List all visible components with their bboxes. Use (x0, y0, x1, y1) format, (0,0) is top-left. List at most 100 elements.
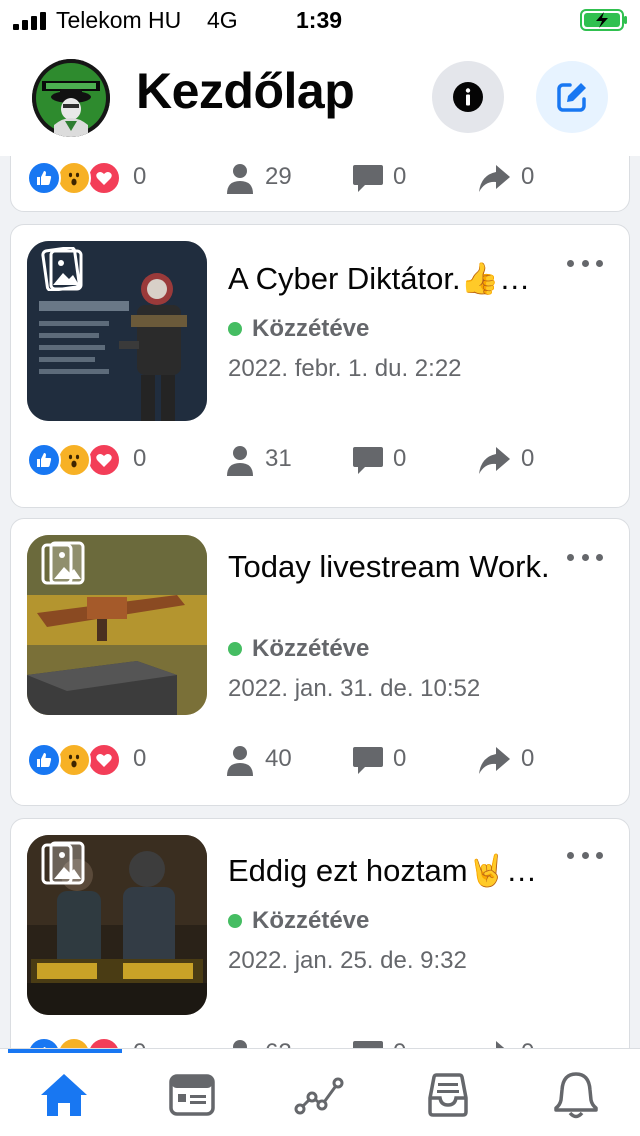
post-card[interactable]: Today livestream Work. Közzétéve 2022. j… (10, 518, 630, 806)
compose-button[interactable] (536, 61, 608, 133)
status-time: 1:39 (296, 7, 343, 33)
comments-count: 0 (393, 445, 407, 472)
post-status: Közzétéve (228, 315, 369, 343)
photo-icon (41, 247, 83, 291)
reach-count: 62 (265, 1039, 292, 1048)
post-title[interactable]: Today livestream Work. (228, 547, 568, 587)
reach-person-icon (233, 1040, 247, 1048)
nav-notifications[interactable] (548, 1067, 604, 1123)
info-button[interactable] (432, 61, 504, 133)
post-card[interactable]: 0 29 0 0 (10, 156, 630, 212)
post-thumbnail[interactable] (27, 241, 207, 421)
more-options-button[interactable] (567, 255, 603, 271)
wow-reaction-icon (57, 443, 91, 477)
post-stats: 0 62 0 0 (27, 1035, 617, 1048)
notifications-icon (554, 1072, 598, 1119)
reactions-summary[interactable] (27, 443, 125, 479)
post-feed[interactable]: 0 29 0 0 A Cyber Diktátor.👍… Közzétéve 2… (0, 156, 640, 1048)
reach-person-icon (227, 746, 253, 776)
reach-count: 40 (265, 745, 292, 772)
post-status: Közzétéve (228, 907, 369, 935)
home-icon (41, 1074, 87, 1116)
info-icon (453, 82, 483, 112)
comment-icon (353, 747, 383, 774)
shares-count: 0 (521, 1039, 534, 1048)
reactions-summary[interactable] (27, 1037, 125, 1048)
gamer-avatar-icon (32, 59, 110, 137)
photo-album-icon (41, 841, 85, 885)
published-dot (228, 322, 242, 336)
comment-icon (353, 447, 383, 474)
post-title[interactable]: Eddig ezt hoztam🤘… (228, 851, 568, 891)
comments-count: 0 (393, 163, 407, 190)
comments-count: 0 (393, 745, 407, 772)
active-tab-indicator (8, 1049, 122, 1053)
reach-count: 29 (265, 163, 292, 190)
post-stats: 0 40 0 0 (27, 741, 617, 781)
reactions-count: 0 (133, 745, 147, 772)
like-reaction-icon (27, 443, 61, 477)
post-thumbnail[interactable] (27, 835, 207, 1015)
published-dot (228, 914, 242, 928)
wow-reaction-icon (57, 743, 91, 777)
screen: Telekom HU 4G 1:39 Kezdőlap 0 29 0 0 A C… (0, 0, 640, 1136)
comments-count: 0 (393, 1039, 406, 1048)
carrier-name: Telekom HU (56, 7, 182, 33)
reach-person-icon (227, 164, 253, 194)
status-label: Közzétéve (252, 635, 370, 662)
wow-reaction-icon (57, 161, 91, 195)
page-avatar[interactable] (32, 59, 110, 137)
published-dot (228, 642, 242, 656)
share-icon (479, 165, 510, 192)
reach-person-icon (227, 446, 253, 476)
post-status: Közzétéve (228, 635, 369, 663)
shares-count: 0 (521, 445, 535, 472)
love-reaction-icon (87, 743, 121, 777)
network-type: 4G (207, 7, 238, 33)
status-bar: Telekom HU 4G 1:39 (0, 0, 640, 40)
nav-inbox[interactable] (420, 1067, 476, 1123)
compose-icon (557, 83, 586, 112)
love-reaction-icon (87, 1037, 121, 1048)
feed-icon (169, 1074, 215, 1116)
share-icon (479, 747, 510, 774)
comment-icon (353, 1041, 383, 1048)
like-reaction-icon (27, 1037, 61, 1048)
like-reaction-icon (27, 743, 61, 777)
signal-icon (13, 12, 46, 30)
reactions-summary[interactable] (27, 743, 125, 779)
post-date: 2022. jan. 25. de. 9:32 (228, 947, 467, 974)
nav-insights[interactable] (292, 1067, 348, 1123)
shares-count: 0 (521, 163, 535, 190)
post-title[interactable]: A Cyber Diktátor.👍… (228, 259, 568, 299)
more-options-button[interactable] (567, 847, 603, 863)
post-card[interactable]: Eddig ezt hoztam🤘… Közzétéve 2022. jan. … (10, 818, 630, 1048)
share-icon (479, 447, 510, 474)
nav-home[interactable] (36, 1067, 92, 1123)
post-date: 2022. febr. 1. du. 2:22 (228, 355, 462, 382)
page-title: Kezdőlap (136, 63, 355, 119)
comment-icon (353, 165, 383, 192)
share-icon (496, 1041, 505, 1048)
insights-icon (294, 1077, 344, 1115)
love-reaction-icon (87, 443, 121, 477)
more-options-button[interactable] (567, 549, 603, 565)
nav-feed[interactable] (164, 1067, 220, 1123)
status-label: Közzétéve (252, 907, 370, 934)
reactions-count: 0 (133, 163, 147, 190)
post-stats: 0 31 0 0 (27, 441, 617, 481)
post-card[interactable]: A Cyber Diktátor.👍… Közzétéve 2022. febr… (10, 224, 630, 508)
photo-album-icon (41, 541, 85, 585)
wow-reaction-icon (57, 1037, 91, 1048)
shares-count: 0 (521, 745, 535, 772)
like-reaction-icon (27, 161, 61, 195)
post-thumbnail[interactable] (27, 535, 207, 715)
status-label: Közzétéve (252, 315, 370, 342)
post-stats: 0 29 0 0 (27, 159, 617, 199)
reactions-count: 0 (133, 1039, 146, 1048)
battery-charging-icon (580, 9, 627, 31)
inbox-icon (428, 1073, 468, 1117)
reactions-summary[interactable] (27, 161, 125, 197)
reactions-count: 0 (133, 445, 147, 472)
app-header: Kezdőlap (0, 40, 640, 156)
